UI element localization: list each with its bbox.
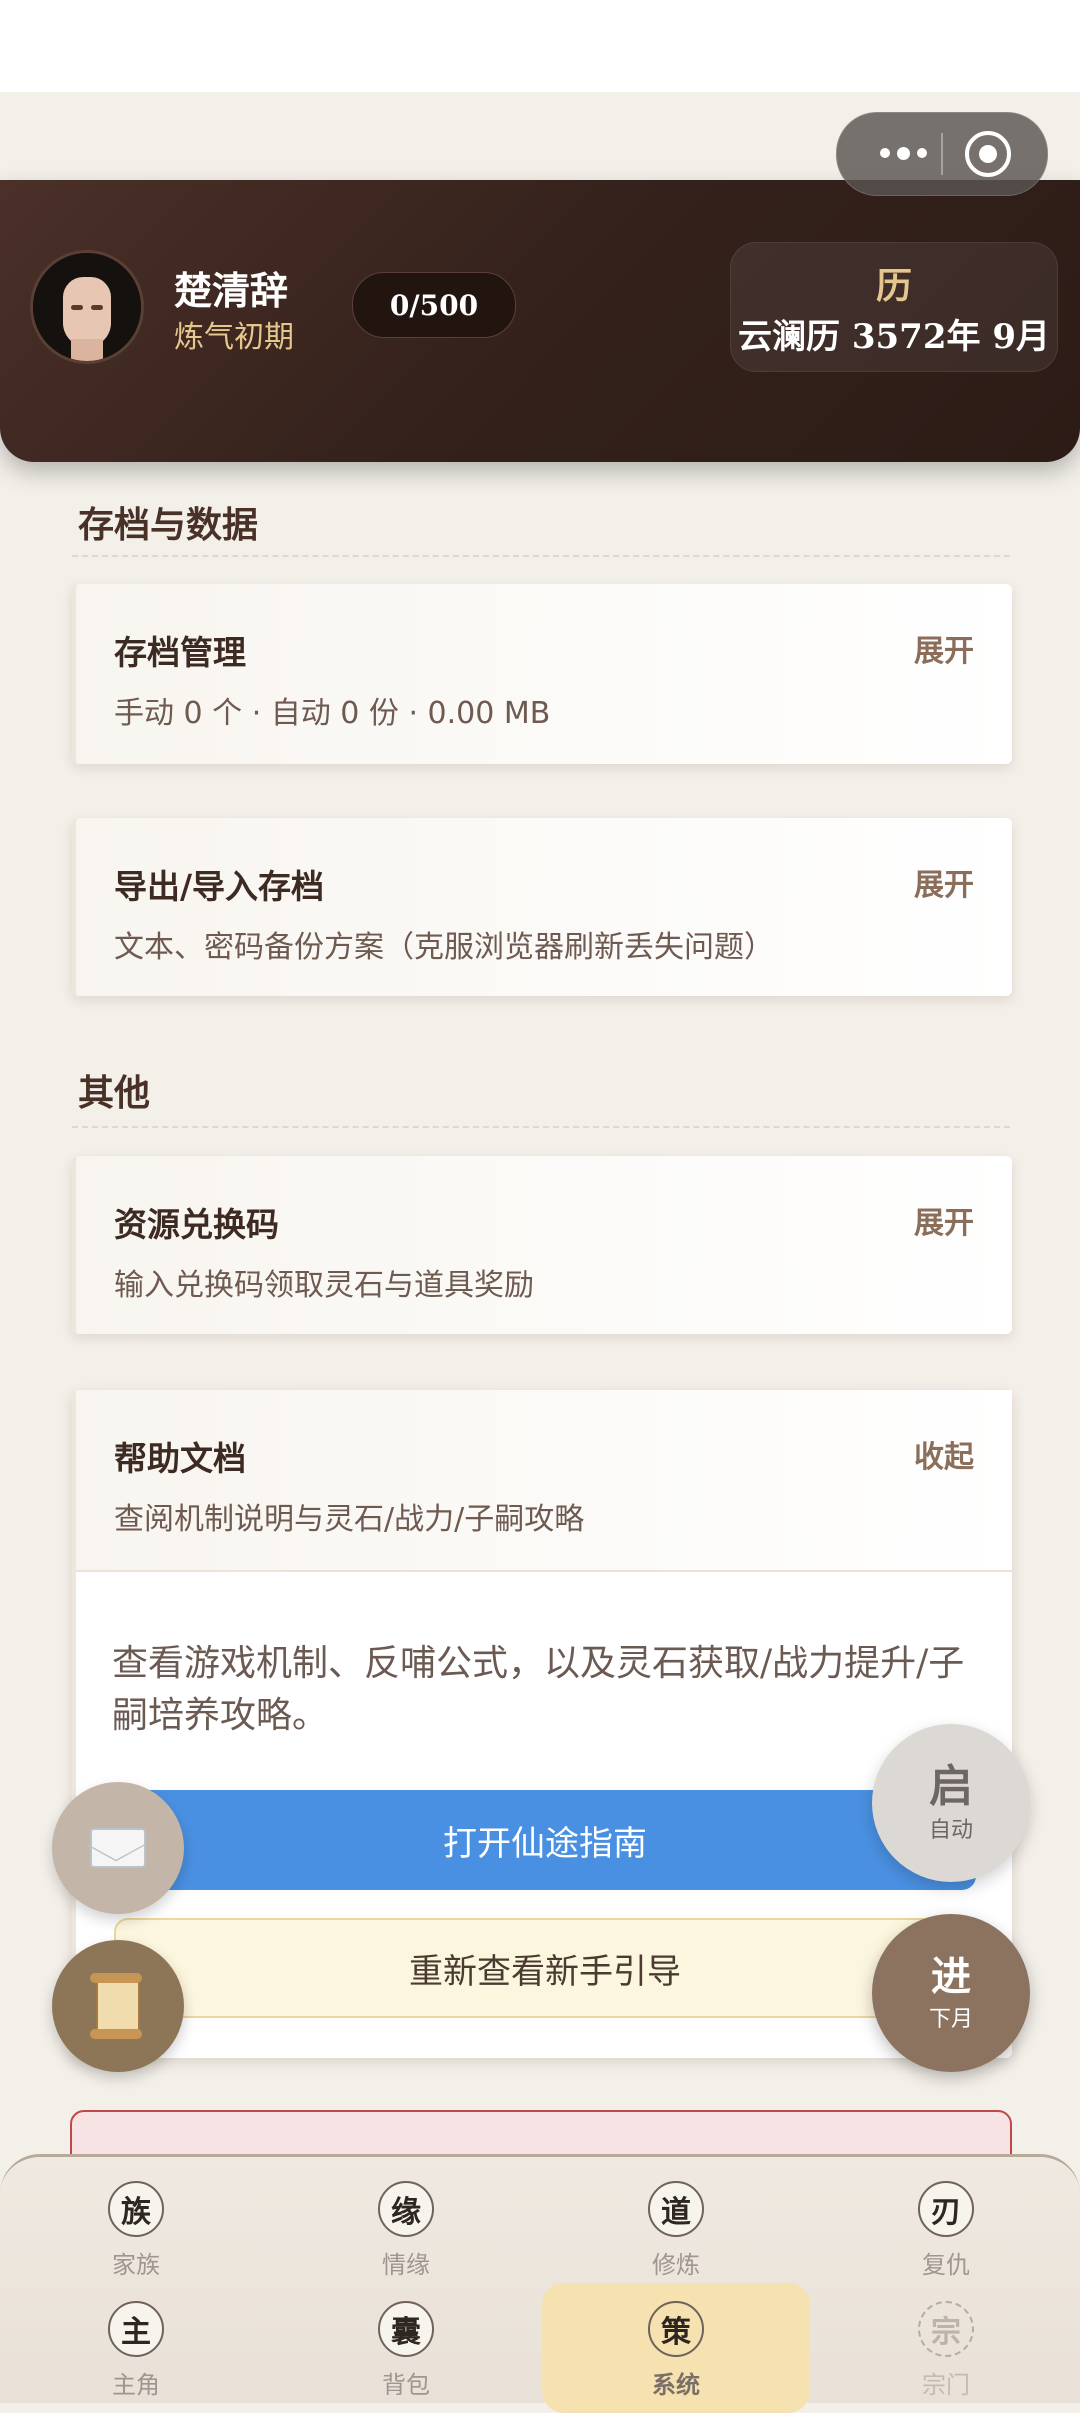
protagonist-icon: 主 (108, 2301, 164, 2357)
bag-icon: 囊 (378, 2301, 434, 2357)
section-divider (72, 555, 1010, 557)
card-title: 存档管理 (114, 633, 246, 672)
nav-label: 家族 (112, 2251, 160, 2279)
player-realm: 炼气初期 (174, 320, 294, 355)
collapse-toggle[interactable]: 收起 (914, 1432, 974, 1476)
nav-item-romance[interactable]: 缘 情缘 (336, 2181, 476, 2285)
nav-label: 宗门 (922, 2371, 970, 2399)
card-desc: 查阅机制说明与灵石/战力/子嗣攻略 (114, 1502, 585, 1537)
section-title-save: 存档与数据 (78, 505, 259, 546)
capsule-divider (941, 133, 943, 175)
nav-item-protagonist[interactable]: 主 主角 (66, 2301, 206, 2405)
nav-item-system[interactable]: 策 系统 (606, 2301, 746, 2405)
auto-button[interactable]: 启 自动 (872, 1724, 1030, 1882)
family-icon: 族 (108, 2181, 164, 2237)
auto-glyph: 启 (929, 1761, 973, 1812)
help-body-text: 查看游戏机制、反哺公式，以及灵石获取/战力提升/子嗣培养攻略。 (112, 1643, 965, 1736)
blade-icon: 刃 (918, 2181, 974, 2237)
nav-label: 主角 (112, 2371, 160, 2399)
section-divider (72, 1126, 1010, 1128)
card-title: 帮助文档 (114, 1439, 246, 1478)
section-title-other: 其他 (78, 1073, 151, 1114)
nav-item-family[interactable]: 族 家族 (66, 2181, 206, 2285)
next-label: 下月 (928, 2007, 973, 2032)
nav-label: 系统 (652, 2371, 700, 2399)
replay-tutorial-button[interactable]: 重新查看新手引导 (114, 1918, 976, 2018)
card-desc: 文本、密码备份方案（克服浏览器刷新丢失问题） (114, 930, 774, 965)
nav-item-backpack[interactable]: 囊 背包 (336, 2301, 476, 2405)
card-redeem-code[interactable]: 资源兑换码 输入兑换码领取灵石与道具奖励 展开 (72, 1156, 1012, 1334)
more-dots-icon[interactable] (863, 133, 943, 173)
scroll-icon (90, 1973, 142, 2039)
nav-label: 情缘 (382, 2251, 430, 2279)
next-glyph: 进 (931, 1954, 971, 2000)
card-help-docs: 帮助文档 查阅机制说明与灵石/战力/子嗣攻略 收起 查看游戏机制、反哺公式，以及… (72, 1390, 1012, 2058)
auto-label: 自动 (928, 1818, 973, 1843)
card-desc: 手动 0 个 · 自动 0 份 · 0.00 MB (114, 696, 551, 731)
card-title: 资源兑换码 (114, 1205, 279, 1244)
cultivate-icon: 道 (648, 2181, 704, 2237)
card-save-management[interactable]: 存档管理 手动 0 个 · 自动 0 份 · 0.00 MB 展开 (72, 584, 1012, 764)
progress-counter: 0/500 (352, 272, 516, 338)
nav-label: 修炼 (652, 2251, 700, 2279)
nav-item-revenge[interactable]: 刃 复仇 (876, 2181, 1016, 2285)
expand-toggle[interactable]: 展开 (914, 860, 974, 904)
sect-icon: 宗 (918, 2301, 974, 2357)
open-guide-button[interactable]: 打开仙途指南 (114, 1790, 976, 1890)
romance-icon: 缘 (378, 2181, 434, 2237)
nav-item-cultivate[interactable]: 道 修炼 (606, 2181, 746, 2285)
bottom-nav: 族 家族 缘 情缘 道 修炼 刃 复仇 主 主角 囊 背包 策 系统 宗 宗门 (0, 2154, 1080, 2413)
status-bar-area (0, 0, 1080, 92)
avatar[interactable] (30, 250, 144, 364)
nav-label: 复仇 (922, 2251, 970, 2279)
expand-toggle[interactable]: 展开 (914, 626, 974, 670)
calendar-icon: 历 (875, 266, 912, 307)
scroll-button[interactable] (52, 1940, 184, 2072)
mail-button[interactable] (52, 1782, 184, 1914)
player-name: 楚清辞 (174, 269, 289, 313)
card-export-import[interactable]: 导出/导入存档 文本、密码备份方案（克服浏览器刷新丢失问题） 展开 (72, 818, 1012, 996)
card-title: 导出/导入存档 (114, 867, 325, 906)
card-desc: 输入兑换码领取灵石与道具奖励 (114, 1268, 534, 1303)
system-icon: 策 (648, 2301, 704, 2357)
envelope-icon (90, 1828, 146, 1868)
next-month-button[interactable]: 进 下月 (872, 1914, 1030, 2072)
expand-toggle[interactable]: 展开 (914, 1198, 974, 1242)
mini-program-capsule (836, 112, 1048, 196)
calendar-panel[interactable]: 历 云澜历 3572年 9月 (730, 242, 1058, 372)
player-header: 楚清辞 炼气初期 0/500 历 云澜历 3572年 9月 (0, 180, 1080, 462)
target-close-icon[interactable] (965, 131, 1011, 177)
nav-label: 背包 (382, 2371, 430, 2399)
calendar-date: 云澜历 3572年 9月 (738, 317, 1050, 357)
help-card-header[interactable]: 帮助文档 查阅机制说明与灵石/战力/子嗣攻略 收起 (76, 1390, 1012, 1572)
nav-item-sect[interactable]: 宗 宗门 (876, 2301, 1016, 2405)
